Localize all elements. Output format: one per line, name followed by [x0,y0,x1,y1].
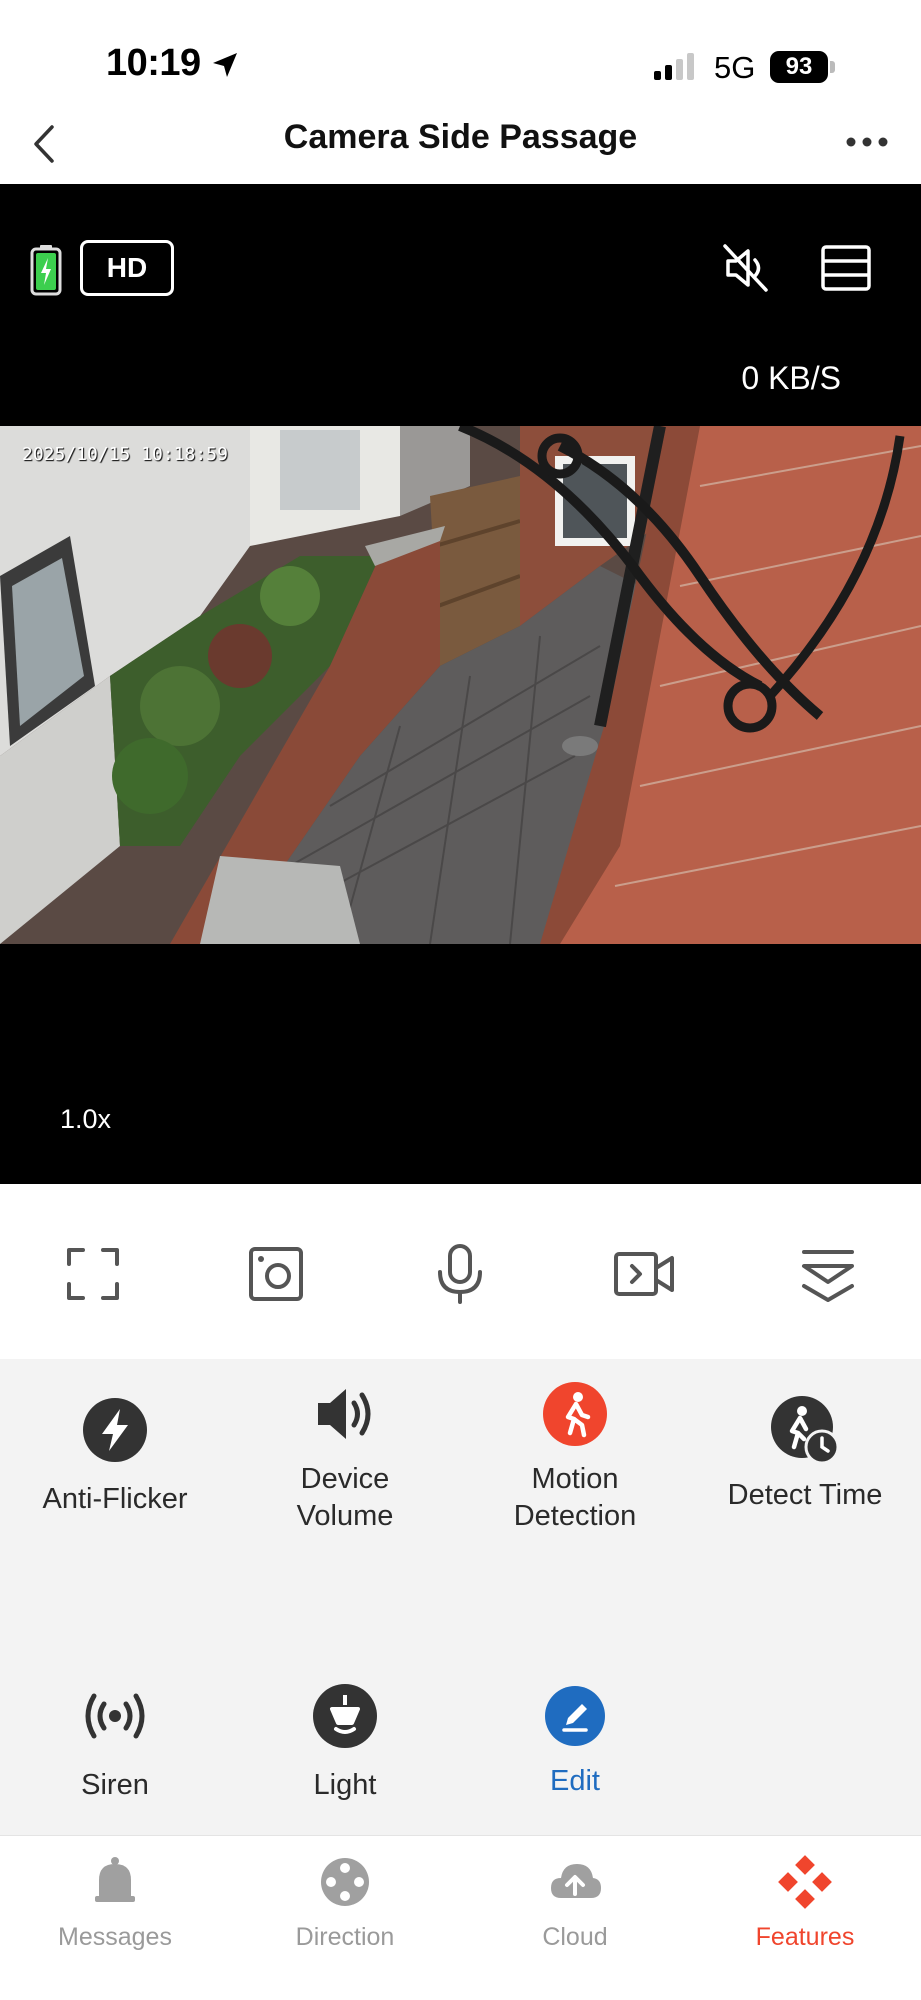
tab-label: Messages [58,1923,172,1951]
zoom-level: 1.0x [60,1104,112,1134]
camera-feed-image: 2025/10/15 10:18:59 [0,426,921,944]
feature-edit[interactable]: Edit [460,1681,690,1800]
tab-label: Features [755,1923,855,1951]
live-video-area[interactable]: HD 0 KB/S 2025/10/15 10:18:59 1.0x [0,184,921,1184]
screenshot-icon[interactable] [244,1242,308,1306]
direction-icon [321,1858,369,1906]
camera-battery-icon [30,245,62,296]
video-quality-button[interactable]: HD [80,240,174,296]
layout-list-icon[interactable] [818,242,874,294]
feature-label: Motion Detection [513,1463,637,1532]
tab-label: Direction [295,1923,395,1951]
more-dots-icon [846,137,888,147]
feature-label: Edit [550,1765,600,1797]
feature-detect-time[interactable]: Detect Time [690,1395,920,1514]
bitrate-readout: 0 KB/S [741,360,841,396]
battery-status: 93 [770,51,836,83]
microphone-icon[interactable] [428,1242,492,1306]
video-control-bar [0,1184,921,1359]
camera-timestamp: 2025/10/15 10:18:59 [22,444,228,465]
feature-light[interactable]: Light [230,1681,460,1804]
feature-label: Light [313,1769,377,1801]
speaker-muted-icon[interactable] [718,240,774,296]
features-panel: Anti-Flicker Device Volume Motion Detect… [0,1359,921,1835]
cloud-upload-icon [551,1864,601,1898]
volume-icon [310,1379,380,1449]
feature-motion-detection[interactable]: Motion Detection [460,1379,690,1535]
tab-label: Cloud [542,1923,608,1951]
status-bar: 10:19 5G 93 [0,0,921,110]
feature-device-volume[interactable]: Device Volume [230,1379,460,1535]
nav-header: Camera Side Passage [0,110,921,184]
collapse-icon[interactable] [796,1242,860,1306]
more-options-button[interactable] [839,122,895,162]
battery-level: 93 [770,51,828,83]
feature-siren[interactable]: Siren [0,1681,230,1804]
tab-features[interactable]: Features [690,1854,920,1952]
location-arrow-icon [213,53,237,77]
anti-flicker-icon [80,1395,150,1465]
network-type: 5G [714,50,756,85]
tab-cloud[interactable]: Cloud [460,1854,690,1952]
feature-label: Device Volume [296,1463,394,1532]
bottom-tab-bar: Messages Direction Cloud Features [0,1835,921,2000]
feature-anti-flicker[interactable]: Anti-Flicker [0,1395,230,1518]
feature-label: Anti-Flicker [42,1483,188,1515]
tab-direction[interactable]: Direction [230,1854,460,1952]
camera-scene [0,426,921,944]
feature-label: Siren [81,1769,149,1801]
feature-label: Detect Time [727,1479,883,1511]
fullscreen-icon[interactable] [61,1242,125,1306]
status-time: 10:19 [106,42,201,84]
edit-icon [540,1681,610,1751]
bell-icon [95,1857,135,1902]
battery-cap [830,61,835,73]
page-title: Camera Side Passage [283,118,638,156]
record-video-icon[interactable] [612,1242,676,1306]
light-icon [310,1681,380,1751]
features-icon [778,1855,832,1909]
tab-messages[interactable]: Messages [0,1854,230,1952]
motion-detection-icon [540,1379,610,1449]
cellular-signal-icon [654,53,694,80]
siren-icon [80,1681,150,1751]
detect-time-icon [770,1395,840,1465]
